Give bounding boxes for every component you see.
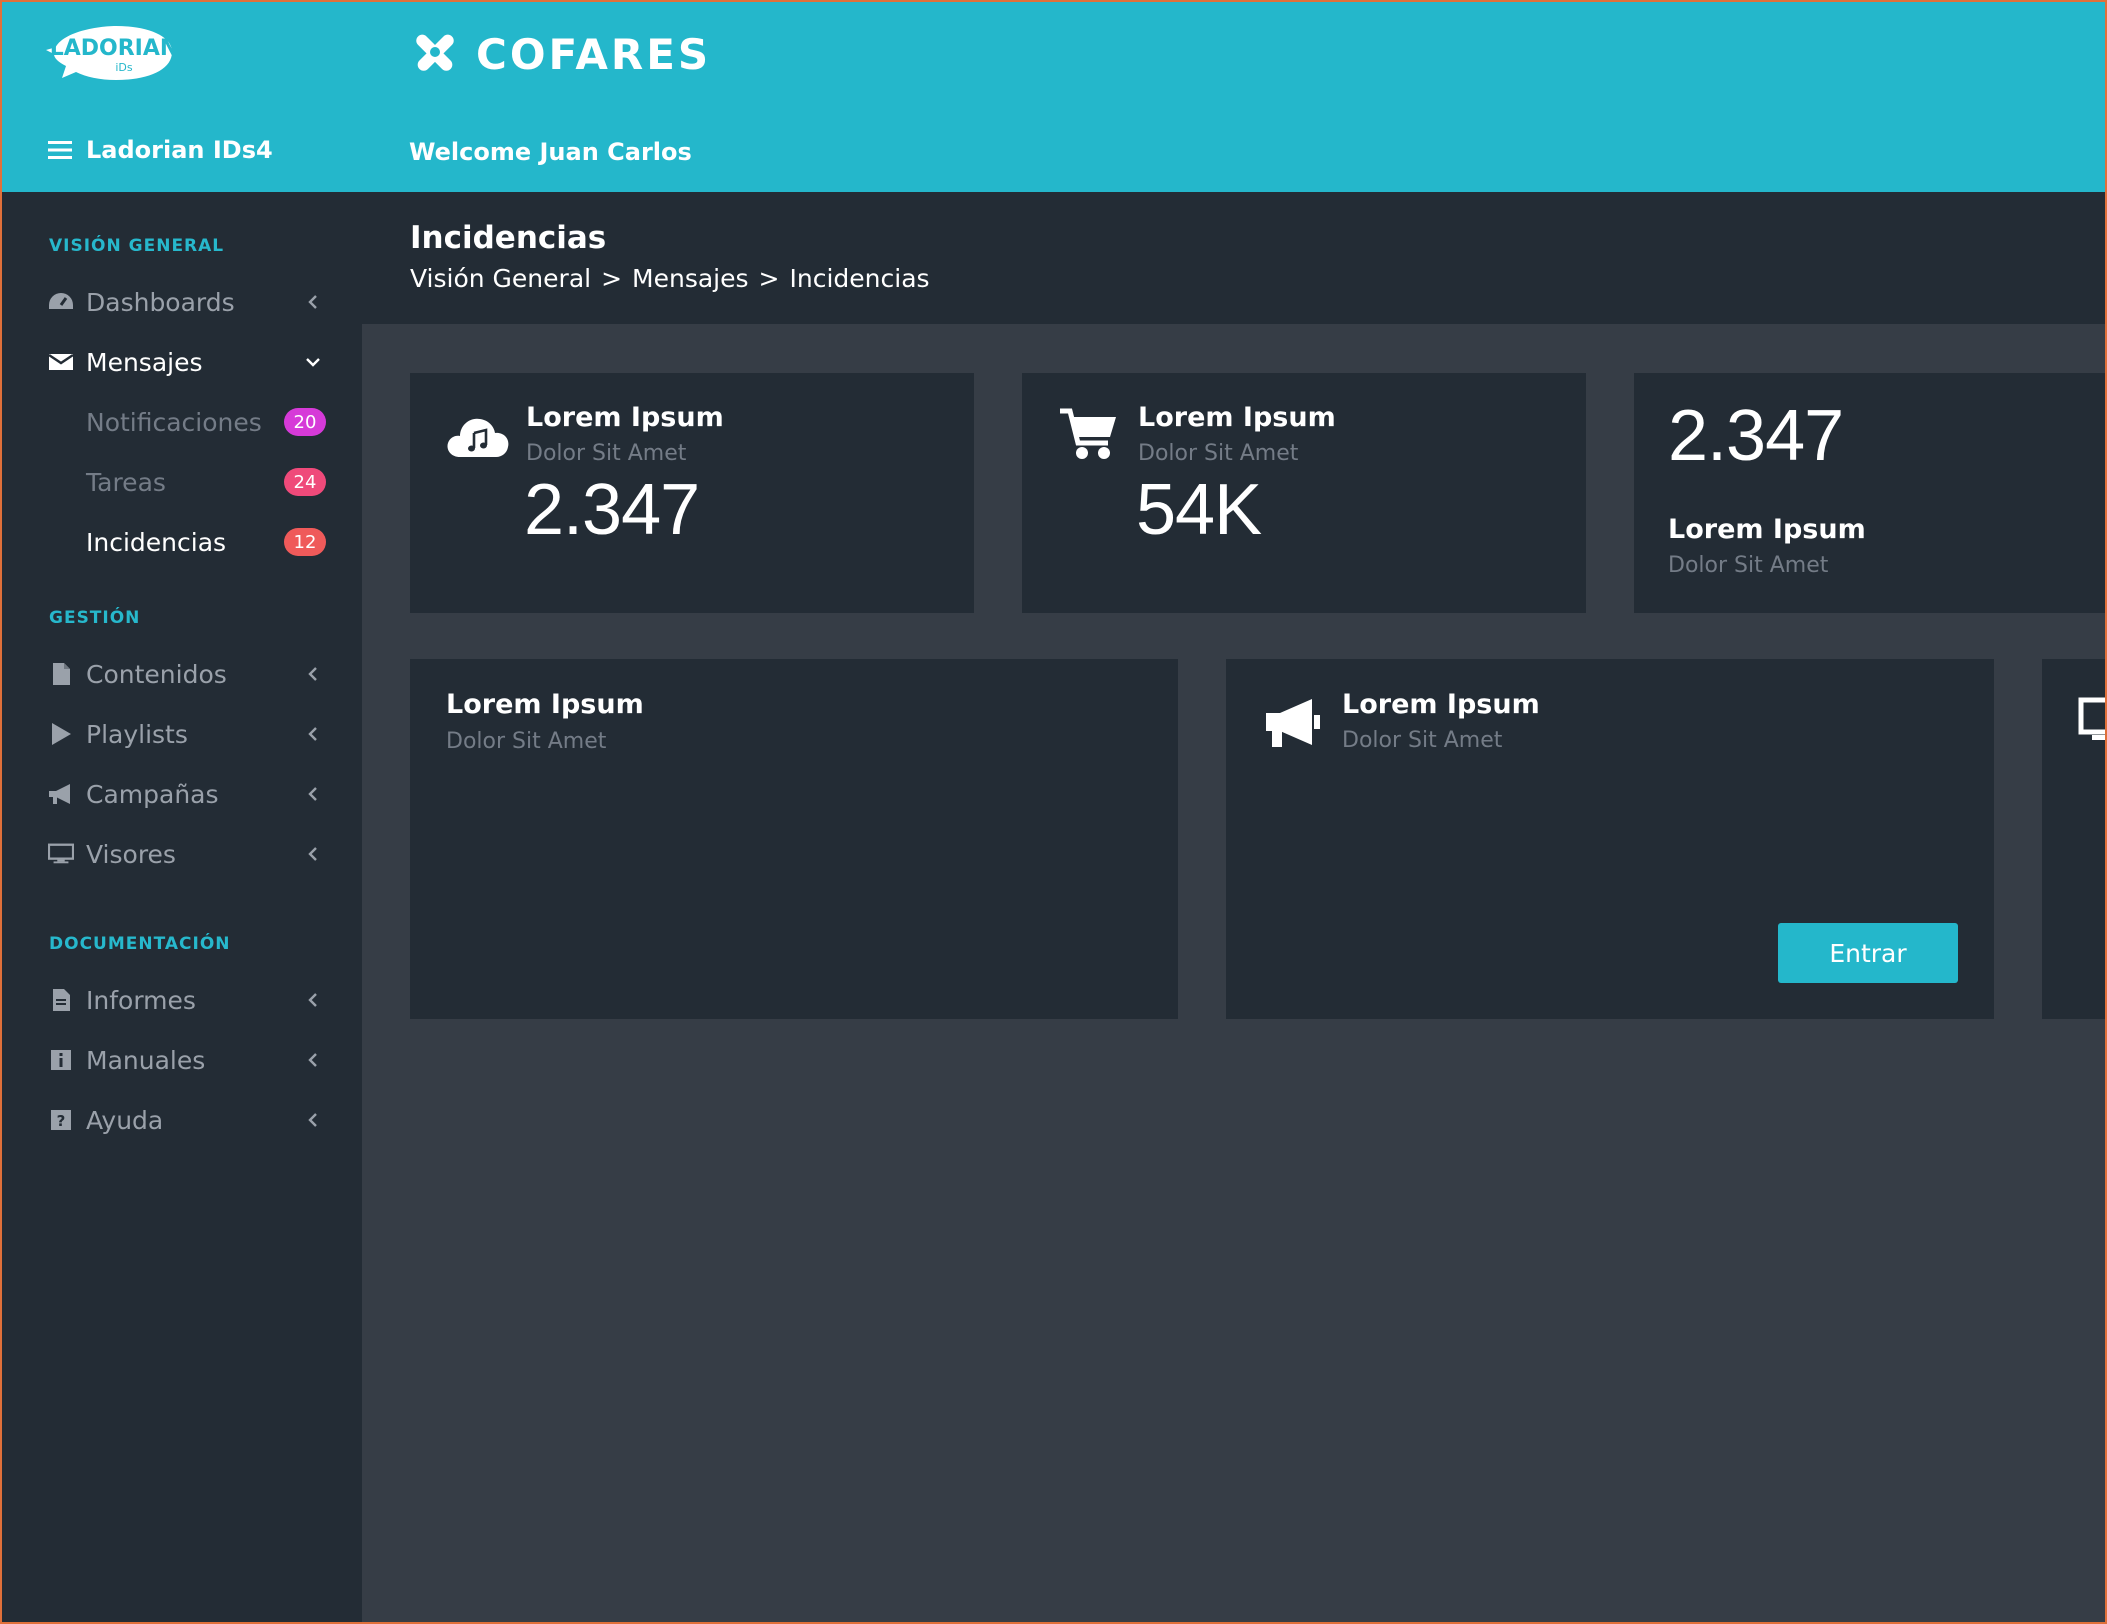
sidebar-subitem-label: Tareas [86,467,166,497]
sidebar-item-mensajes[interactable]: Mensajes [0,334,362,390]
cart-icon [1058,405,1118,467]
cofares-logo-icon [408,25,462,83]
info-icon [48,1047,74,1073]
document-icon [48,987,74,1013]
sidebar-item-label: Informes [86,985,196,1015]
section-title-documentacion: DOCUMENTACIÓN [49,934,231,954]
entrar-button[interactable]: Entrar [1778,923,1958,983]
breadcrumb-item[interactable]: Mensajes [632,264,749,293]
sidebar-subitem-tareas[interactable]: Tareas 24 [0,454,362,510]
info-card-1: Lorem Ipsum Dolor Sit Amet [410,659,1178,1019]
breadcrumb-separator: > [601,264,623,293]
stat-value: 2.347 [1668,396,1844,476]
chevron-left-icon [308,847,317,861]
sidebar: VISIÓN GENERAL Dashboards Mensajes Notif… [0,192,362,1624]
app-name: Ladorian IDs4 [86,136,273,164]
help-icon: ? [48,1107,74,1133]
chevron-left-icon [308,787,317,801]
breadcrumb-item[interactable]: Visión General [410,264,591,293]
stat-card-2: Lorem Ipsum Dolor Sit Amet 54K [1022,373,1586,613]
sidebar-item-contenidos[interactable]: Contenidos [0,646,362,702]
sidebar-item-label: Visores [86,839,176,869]
section-title-gestion: GESTIÓN [49,608,141,628]
sidebar-subitem-incidencias[interactable]: Incidencias 12 [0,514,362,570]
hamburger-icon[interactable] [48,141,72,159]
megaphone-icon [48,781,74,807]
breadcrumb-separator: > [758,264,780,293]
chevron-left-icon [308,993,317,1007]
sidebar-item-campanas[interactable]: Campañas [0,766,362,822]
ladorian-logo[interactable]: LADORIAN iDs [44,20,178,86]
count-badge: 12 [284,528,326,556]
welcome-message: Welcome Juan Carlos [409,138,692,166]
sidebar-item-dashboards[interactable]: Dashboards [0,274,362,330]
breadcrumb: Visión General > Mensajes > Incidencias [410,264,930,293]
card-subtitle: Dolor Sit Amet [1668,553,1829,578]
info-card-3 [2042,659,2107,1019]
sidebar-item-ayuda[interactable]: ? Ayuda [0,1092,362,1148]
file-icon [48,661,74,687]
chevron-left-icon [308,1053,317,1067]
stat-value: 2.347 [524,470,700,550]
sidebar-subitem-label: Incidencias [86,527,227,557]
section-title-vision-general: VISIÓN GENERAL [49,236,225,256]
monitor-icon [48,841,74,867]
logo-subtext: iDs [115,61,133,74]
sidebar-item-informes[interactable]: Informes [0,972,362,1028]
sidebar-item-label: Contenidos [86,659,227,689]
top-header: LADORIAN iDs COFARES Ladorian IDs4 Welco… [0,0,2107,192]
card-title: Lorem Ipsum [1668,514,1866,545]
sidebar-item-label: Dashboards [86,287,235,317]
envelope-icon [48,349,74,375]
chevron-left-icon [308,727,317,741]
sidebar-item-label: Playlists [86,719,188,749]
logo-text: LADORIAN [50,36,178,61]
card-subtitle: Dolor Sit Amet [446,729,607,754]
cloud-music-icon [446,411,510,463]
monitor-icon [2078,697,2107,751]
count-badge: 20 [284,408,326,436]
page-title: Incidencias [410,220,607,256]
sidebar-item-label: Campañas [86,779,219,809]
brand-name: COFARES [476,29,712,79]
card-title: Lorem Ipsum [1342,689,1540,720]
chevron-down-icon [306,358,320,367]
sidebar-subitem-label: Notificaciones [86,407,262,437]
card-subtitle: Dolor Sit Amet [1138,441,1299,466]
megaphone-icon [1264,697,1322,753]
stat-card-3: 2.347 Lorem Ipsum Dolor Sit Amet [1634,373,2107,613]
sidebar-item-label: Manuales [86,1045,206,1075]
sidebar-item-playlists[interactable]: Playlists [0,706,362,762]
play-icon [48,721,74,747]
page-header: Incidencias Visión General > Mensajes > … [362,192,2107,324]
stat-value: 54K [1136,470,1262,550]
breadcrumb-item-current: Incidencias [789,264,930,293]
stat-card-1: Lorem Ipsum Dolor Sit Amet 2.347 [410,373,974,613]
svg-text:?: ? [57,1112,66,1130]
chevron-left-icon [308,295,317,309]
card-title: Lorem Ipsum [446,689,644,720]
count-badge: 24 [284,468,326,496]
sidebar-subitem-notificaciones[interactable]: Notificaciones 20 [0,394,362,450]
sidebar-item-label: Mensajes [86,347,203,377]
card-title: Lorem Ipsum [526,402,724,433]
app-menu-toggle[interactable]: Ladorian IDs4 [48,136,273,164]
card-title: Lorem Ipsum [1138,402,1336,433]
chevron-left-icon [308,1113,317,1127]
sidebar-item-label: Ayuda [86,1105,164,1135]
chevron-left-icon [308,667,317,681]
dashboard-icon [48,289,74,315]
sidebar-item-visores[interactable]: Visores [0,826,362,882]
card-subtitle: Dolor Sit Amet [1342,728,1503,753]
card-subtitle: Dolor Sit Amet [526,441,687,466]
cofares-brand[interactable]: COFARES [408,26,711,82]
sidebar-item-manuales[interactable]: Manuales [0,1032,362,1088]
